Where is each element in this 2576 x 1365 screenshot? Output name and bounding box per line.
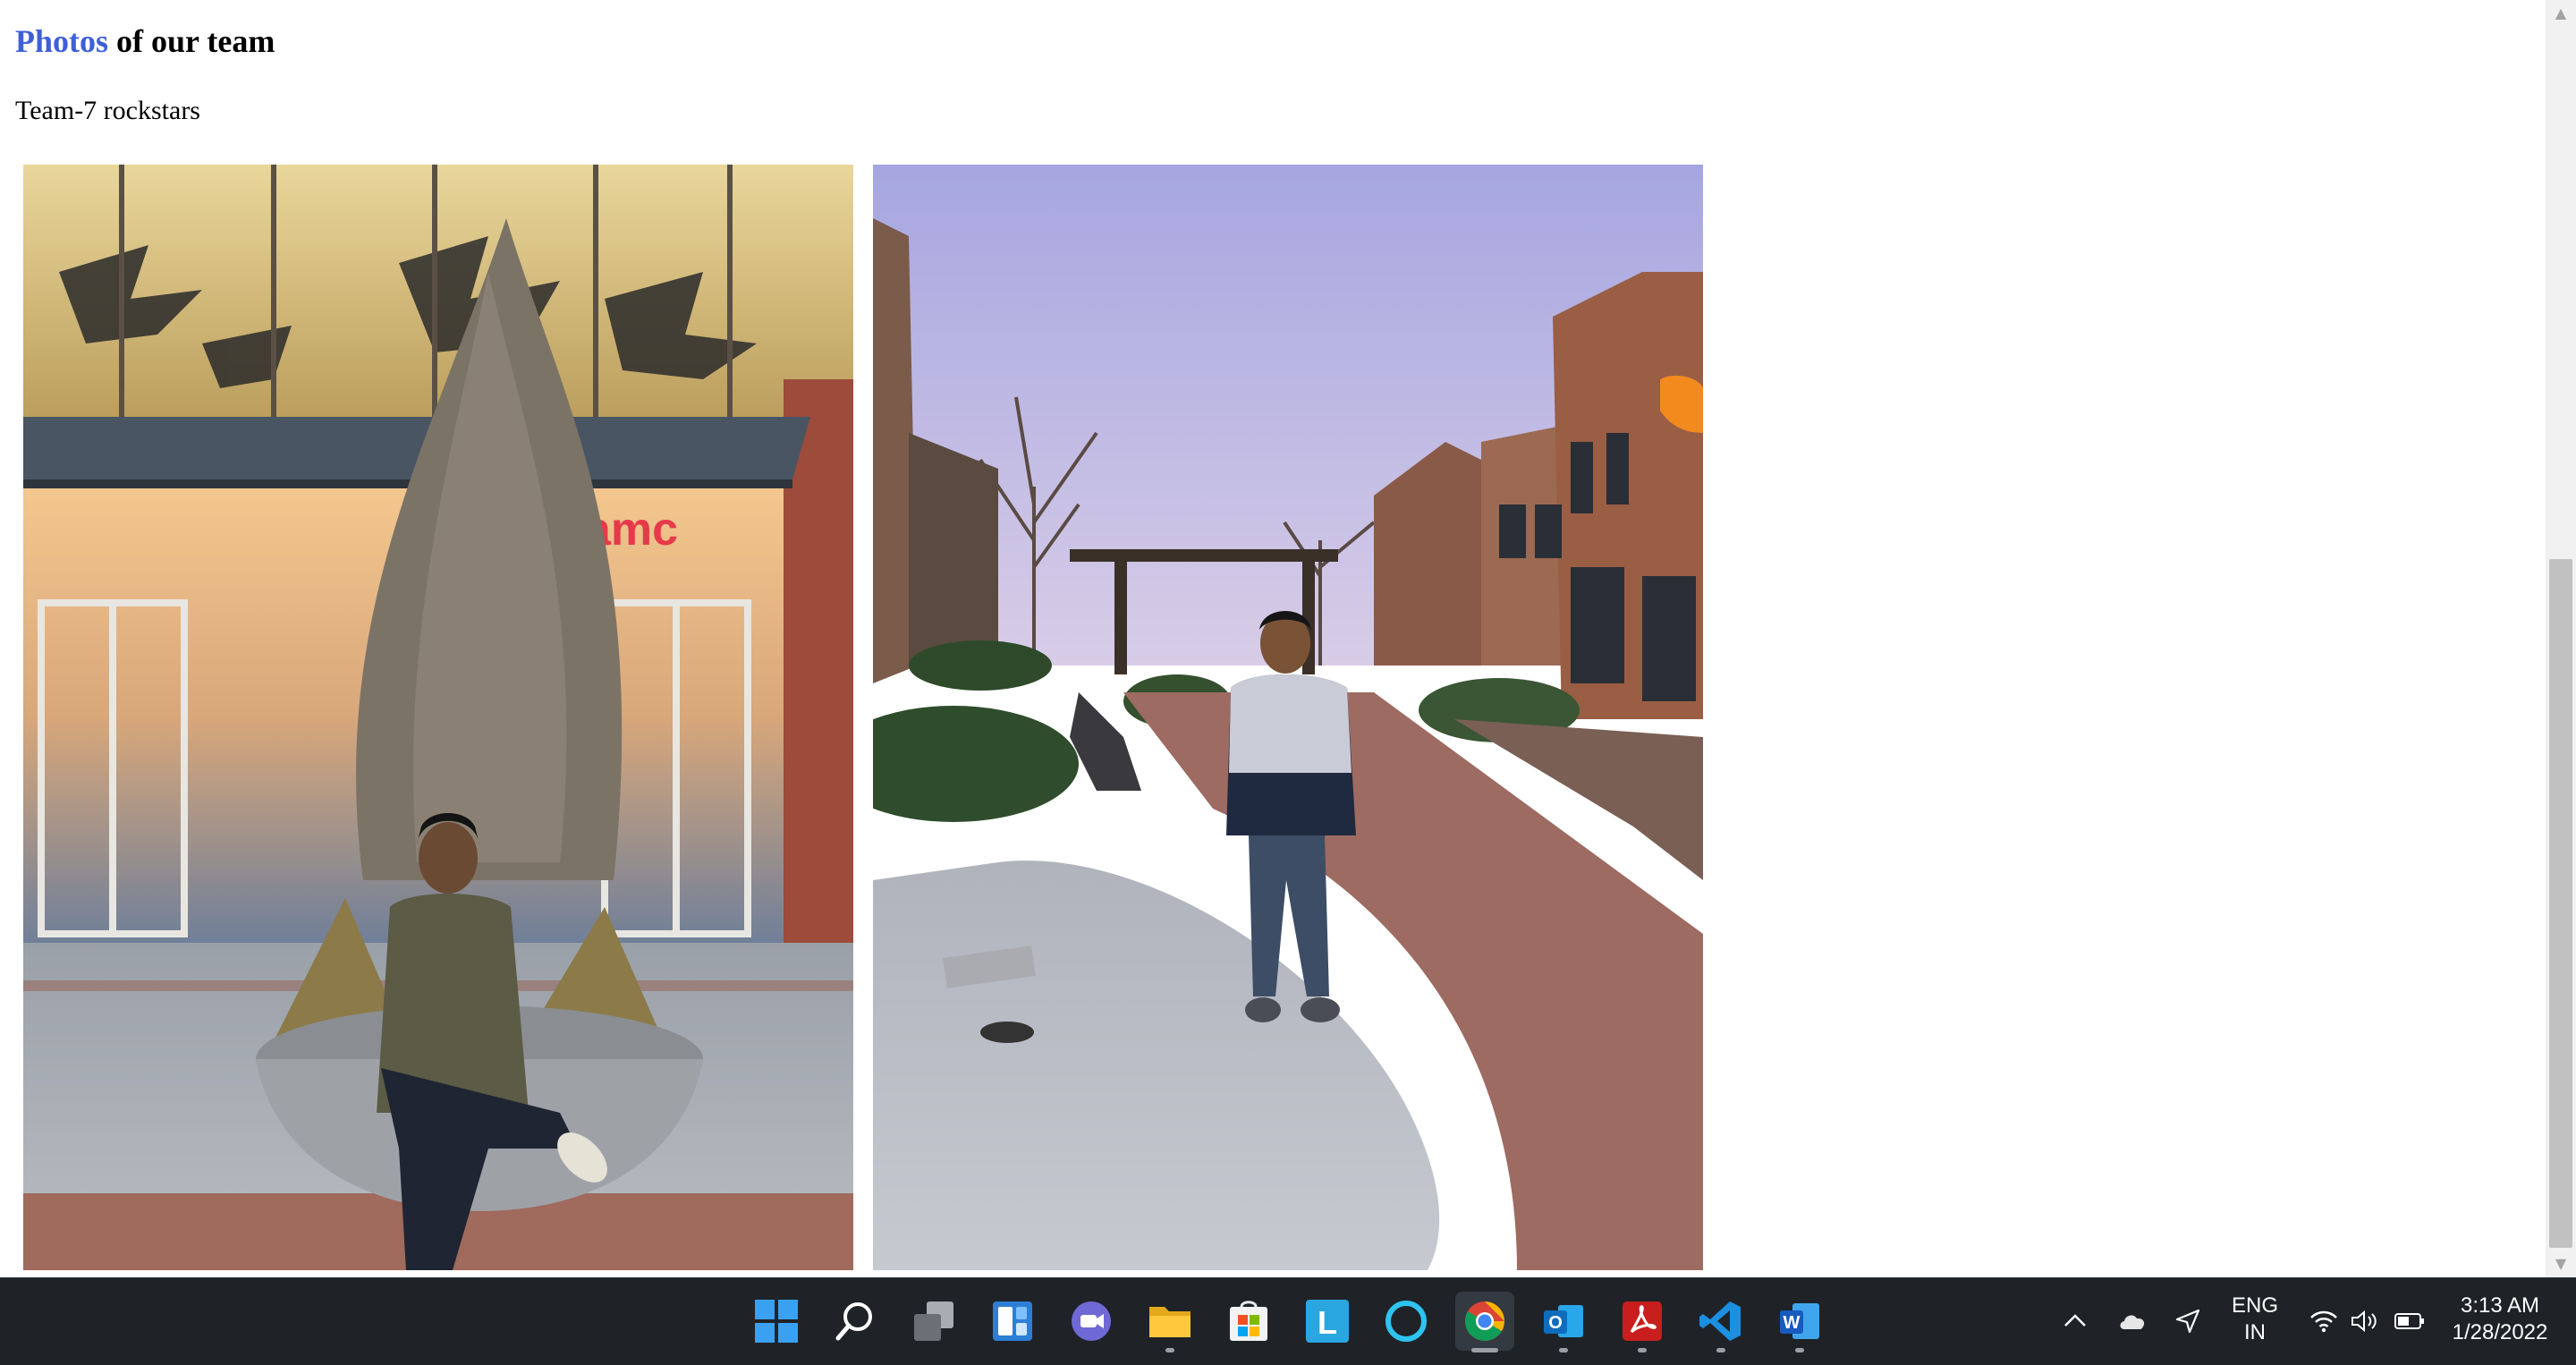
word-button[interactable]: W — [1770, 1292, 1829, 1352]
clock-date: 1/28/2022 — [2452, 1320, 2548, 1344]
alexa-button[interactable] — [1377, 1292, 1436, 1351]
outlook-letter: O — [1548, 1313, 1563, 1333]
outlook-button[interactable]: O — [1534, 1292, 1593, 1352]
l-app-icon: L — [1306, 1300, 1349, 1343]
vscode-button[interactable] — [1691, 1292, 1750, 1352]
chrome-icon — [1465, 1301, 1504, 1341]
clock[interactable]: 3:13 AM 1/28/2022 — [2442, 1293, 2558, 1346]
page-title-rest: of our team — [108, 23, 275, 59]
l-app-letter: L — [1318, 1304, 1337, 1341]
chrome-button[interactable] — [1455, 1292, 1514, 1352]
running-indicator — [1559, 1348, 1568, 1352]
running-indicator — [1795, 1348, 1804, 1352]
battery-icon — [2394, 1313, 2424, 1329]
store-icon — [1230, 1301, 1267, 1341]
language-code: ENG — [2231, 1293, 2278, 1318]
widgets-icon — [993, 1301, 1032, 1341]
vscode-icon — [1699, 1301, 1741, 1341]
running-indicator — [1165, 1348, 1174, 1352]
page-title: Photos of our team — [15, 18, 275, 64]
chevron-up-icon — [2064, 1314, 2086, 1327]
battery-button[interactable] — [2394, 1305, 2426, 1337]
start-button[interactable] — [747, 1292, 806, 1351]
scroll-up-arrow-icon[interactable]: ▲ — [2546, 0, 2576, 27]
cloud-icon — [2120, 1315, 2145, 1329]
volume-button[interactable] — [2349, 1305, 2381, 1337]
widgets-button[interactable] — [983, 1292, 1042, 1351]
search-button[interactable] — [826, 1292, 885, 1351]
word-icon: W — [1780, 1303, 1819, 1339]
show-hidden-icons-button[interactable] — [2059, 1305, 2091, 1337]
onedrive-button[interactable] — [2116, 1305, 2148, 1337]
speaker-icon — [2351, 1310, 2377, 1333]
file-explorer-button[interactable] — [1140, 1292, 1199, 1352]
word-letter: W — [1784, 1313, 1801, 1333]
team-photo-2 — [873, 165, 1703, 1270]
scroll-down-arrow-icon[interactable]: ▼ — [2546, 1251, 2576, 1277]
scrollbar-thumb[interactable] — [2549, 559, 2572, 1248]
video-chat-icon — [1072, 1301, 1111, 1341]
wifi-button[interactable] — [2308, 1305, 2340, 1337]
task-view-icon — [914, 1301, 953, 1341]
language-region: IN — [2244, 1320, 2266, 1344]
location-arrow-icon — [2175, 1309, 2200, 1334]
store-button[interactable] — [1219, 1292, 1278, 1351]
outlook-icon: O — [1544, 1305, 1583, 1337]
running-indicator — [1716, 1348, 1725, 1352]
ring-icon — [1385, 1301, 1427, 1342]
running-indicator — [1638, 1348, 1647, 1352]
running-indicator — [1471, 1348, 1498, 1352]
clock-time: 3:13 AM — [2460, 1293, 2540, 1318]
wifi-icon — [2310, 1310, 2337, 1333]
windows-logo-icon — [755, 1300, 798, 1343]
l-app-button[interactable]: L — [1298, 1292, 1357, 1351]
location-button[interactable] — [2172, 1305, 2204, 1337]
chat-button[interactable] — [1062, 1292, 1121, 1351]
language-indicator[interactable]: ENG IN — [2225, 1293, 2284, 1346]
page-subtitle: Team-7 rockstars — [15, 96, 200, 125]
search-icon — [835, 1302, 872, 1341]
page-title-accent: Photos — [15, 23, 109, 59]
acrobat-icon — [1623, 1301, 1662, 1341]
taskbar: L O W ENG IN 3:13 AM 1/28/2022 — [0, 1277, 2576, 1365]
task-view-button[interactable] — [904, 1292, 963, 1351]
team-photo-1: amc — [23, 165, 853, 1270]
acrobat-button[interactable] — [1613, 1292, 1672, 1352]
folder-icon — [1149, 1307, 1191, 1337]
vertical-scrollbar[interactable]: ▲ ▼ — [2546, 0, 2576, 1277]
